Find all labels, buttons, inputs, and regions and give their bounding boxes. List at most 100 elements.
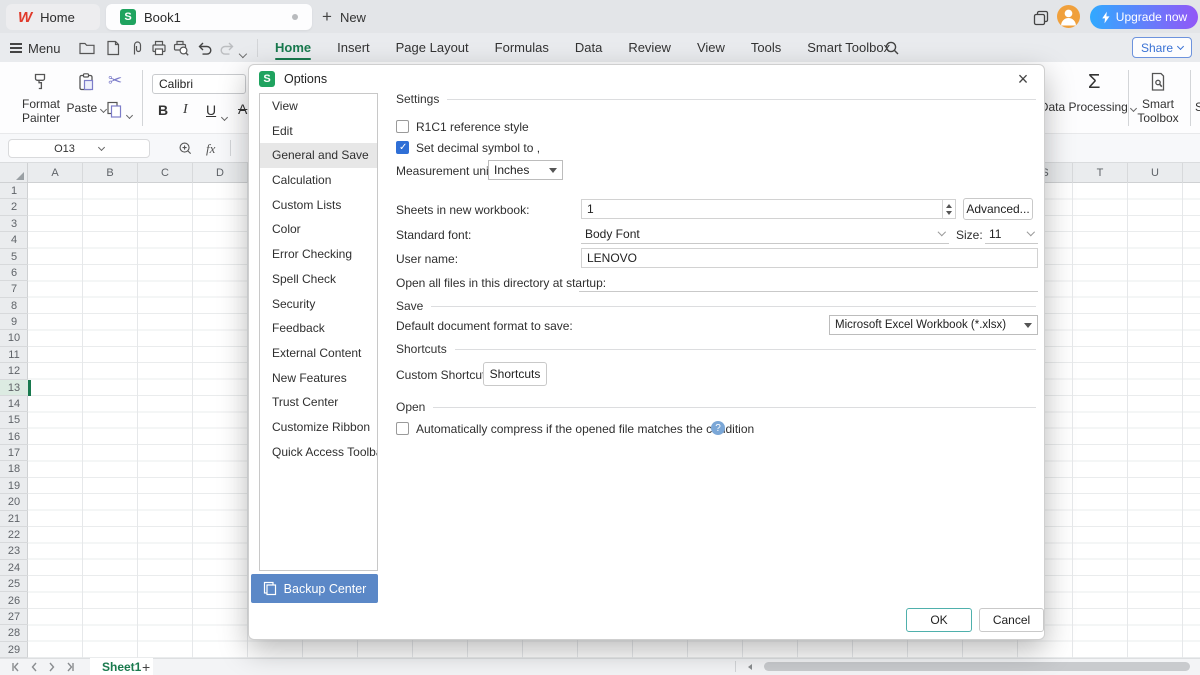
row-header-9[interactable]: 9 xyxy=(0,314,28,330)
print-preview-icon[interactable] xyxy=(172,39,190,57)
row-header-2[interactable]: 2 xyxy=(0,199,28,215)
last-sheet-icon[interactable] xyxy=(64,661,76,673)
row-header-24[interactable]: 24 xyxy=(0,560,28,576)
bold-button[interactable]: B xyxy=(158,102,168,118)
print-icon[interactable] xyxy=(150,39,168,57)
export-icon[interactable] xyxy=(128,39,146,57)
upgrade-now-button[interactable]: Upgrade now xyxy=(1090,5,1198,29)
row-header-3[interactable]: 3 xyxy=(0,216,28,232)
share-button[interactable]: Share xyxy=(1132,37,1192,58)
zoom-icon[interactable] xyxy=(178,141,193,156)
folder-open-icon[interactable] xyxy=(78,39,96,57)
options-nav-customize-ribbon[interactable]: Customize Ribbon xyxy=(260,415,377,440)
font-name-combobox[interactable]: Calibri xyxy=(152,74,246,94)
options-nav-spell-check[interactable]: Spell Check xyxy=(260,267,377,292)
redo-icon[interactable] xyxy=(218,39,236,57)
row-header-18[interactable]: 18 xyxy=(0,461,28,477)
options-nav-external-content[interactable]: External Content xyxy=(260,341,377,366)
scroll-left-icon[interactable] xyxy=(746,663,754,671)
row-header-5[interactable]: 5 xyxy=(0,249,28,265)
underline-button[interactable]: U xyxy=(206,102,216,118)
sheets-in-workbook-input[interactable]: 1 xyxy=(581,199,956,219)
tab-page-layout[interactable]: Page Layout xyxy=(383,33,482,62)
smart-toolbox-button[interactable]: Smart Toolbox xyxy=(1128,97,1188,125)
new-document-button[interactable]: + New xyxy=(322,6,366,28)
options-nav-general-and-save[interactable]: General and Save xyxy=(260,143,377,168)
shortcuts-button[interactable]: Shortcuts xyxy=(483,362,547,386)
user-name-input[interactable]: LENOVO xyxy=(581,248,1038,268)
row-header-25[interactable]: 25 xyxy=(0,576,28,592)
column-header-u[interactable]: U xyxy=(1128,163,1183,183)
column-header-d[interactable]: D xyxy=(193,163,248,183)
horizontal-scrollbar[interactable] xyxy=(764,662,1190,671)
row-header-28[interactable]: 28 xyxy=(0,625,28,641)
row-header-12[interactable]: 12 xyxy=(0,363,28,379)
document-tab-book1[interactable]: S Book1 xyxy=(106,4,312,30)
options-nav-custom-lists[interactable]: Custom Lists xyxy=(260,193,377,218)
add-sheet-button[interactable]: + xyxy=(142,659,150,675)
row-header-13[interactable]: 13 xyxy=(0,380,28,396)
options-nav-trust-center[interactable]: Trust Center xyxy=(260,390,377,415)
row-header-26[interactable]: 26 xyxy=(0,593,28,609)
underline-options-chevron-icon[interactable] xyxy=(222,107,227,125)
row-header-22[interactable]: 22 xyxy=(0,527,28,543)
first-sheet-icon[interactable] xyxy=(10,661,22,673)
quick-access-more-icon[interactable] xyxy=(240,44,246,62)
options-nav-calculation[interactable]: Calculation xyxy=(260,168,377,193)
row-header-1[interactable]: 1 xyxy=(0,183,28,199)
tab-view[interactable]: View xyxy=(684,33,738,62)
options-nav-quick-access-toolbar[interactable]: Quick Access Toolbar xyxy=(260,440,377,465)
options-nav-color[interactable]: Color xyxy=(260,217,377,242)
scissors-icon[interactable]: ✂ xyxy=(108,71,122,91)
tab-data[interactable]: Data xyxy=(562,33,615,62)
row-header-29[interactable]: 29 xyxy=(0,642,28,658)
italic-button[interactable]: I xyxy=(183,102,188,118)
auto-compress-checkbox[interactable] xyxy=(396,422,409,435)
sheets-spinner[interactable] xyxy=(942,200,955,218)
options-nav-feedback[interactable]: Feedback xyxy=(260,316,377,341)
help-icon[interactable]: ? xyxy=(711,421,725,435)
column-header-a[interactable]: A xyxy=(28,163,83,183)
startup-directory-input[interactable] xyxy=(579,272,1038,292)
prev-sheet-icon[interactable] xyxy=(28,661,40,673)
undo-icon[interactable] xyxy=(196,39,214,57)
row-header-8[interactable]: 8 xyxy=(0,298,28,314)
row-header-10[interactable]: 10 xyxy=(0,330,28,346)
main-menu-button[interactable]: Menu xyxy=(10,38,61,58)
next-sheet-icon[interactable] xyxy=(46,661,58,673)
row-header-11[interactable]: 11 xyxy=(0,347,28,363)
tab-formulas[interactable]: Formulas xyxy=(482,33,562,62)
row-header-21[interactable]: 21 xyxy=(0,511,28,527)
default-format-select[interactable]: Microsoft Excel Workbook (*.xlsx) xyxy=(829,315,1038,335)
row-header-17[interactable]: 17 xyxy=(0,445,28,461)
standard-font-select[interactable]: Body Font xyxy=(581,224,949,244)
ok-button[interactable]: OK xyxy=(906,608,972,632)
column-header-t[interactable]: T xyxy=(1073,163,1128,183)
row-header-27[interactable]: 27 xyxy=(0,609,28,625)
row-header-15[interactable]: 15 xyxy=(0,412,28,428)
row-header-4[interactable]: 4 xyxy=(0,232,28,248)
decimal-symbol-checkbox[interactable] xyxy=(396,141,409,154)
save-icon[interactable] xyxy=(104,39,122,57)
copy-icon[interactable] xyxy=(104,99,124,119)
options-nav-new-features[interactable]: New Features xyxy=(260,366,377,391)
font-size-select[interactable]: 11 xyxy=(985,224,1038,244)
options-nav-view[interactable]: View xyxy=(260,94,377,119)
row-header-16[interactable]: 16 xyxy=(0,429,28,445)
cancel-button[interactable]: Cancel xyxy=(979,608,1044,632)
options-nav-edit[interactable]: Edit xyxy=(260,119,377,144)
measurement-units-select[interactable]: Inches xyxy=(488,160,563,180)
wps-home-tab[interactable]: W Home xyxy=(6,4,100,30)
options-nav-security[interactable]: Security xyxy=(260,292,377,317)
options-nav-error-checking[interactable]: Error Checking xyxy=(260,242,377,267)
row-header-19[interactable]: 19 xyxy=(0,478,28,494)
r1c1-checkbox[interactable] xyxy=(396,120,409,133)
row-header-23[interactable]: 23 xyxy=(0,543,28,559)
copy-options-chevron-icon[interactable] xyxy=(127,105,132,123)
insert-function-button[interactable]: fx xyxy=(206,141,215,157)
column-header-b[interactable]: B xyxy=(83,163,138,183)
column-header-v[interactable]: V xyxy=(1183,163,1200,183)
row-header-6[interactable]: 6 xyxy=(0,265,28,281)
user-avatar-icon[interactable] xyxy=(1057,5,1080,28)
name-box[interactable]: O13 xyxy=(8,139,150,158)
